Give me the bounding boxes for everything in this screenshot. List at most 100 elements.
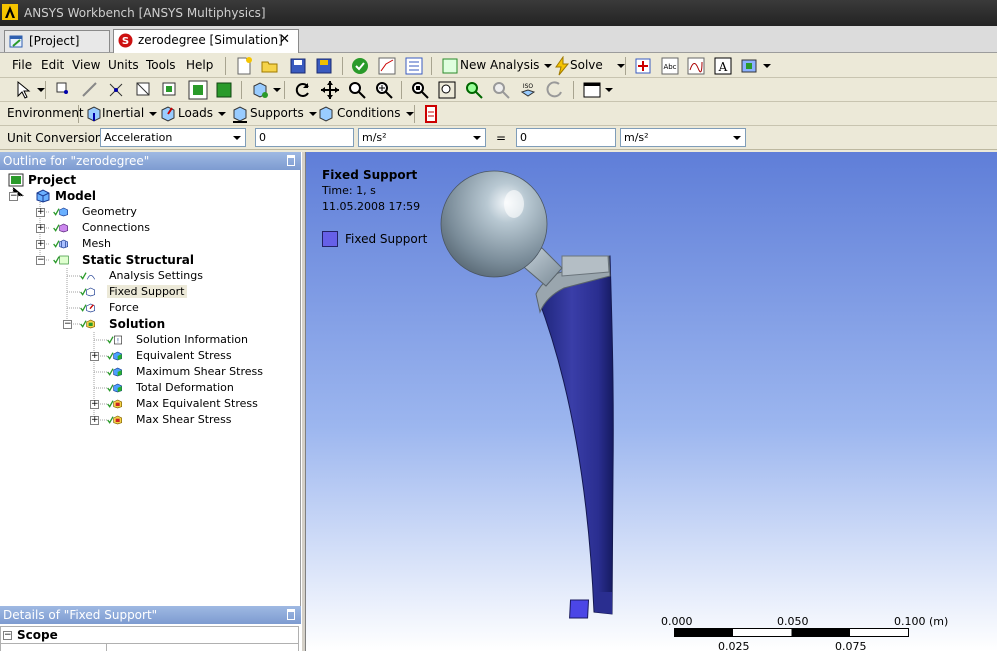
magnifier-disabled-icon[interactable]: [491, 80, 511, 100]
expand-icon[interactable]: +: [90, 400, 99, 409]
comment-icon[interactable]: [633, 56, 653, 76]
quantity-select[interactable]: Acceleration: [100, 128, 246, 147]
close-tab-icon[interactable]: ✕: [279, 30, 290, 50]
solve-button[interactable]: Solve: [570, 54, 625, 76]
expand-icon[interactable]: +: [36, 224, 45, 233]
tree-item-geometry[interactable]: Geometry: [53, 204, 137, 220]
pin-icon[interactable]: [287, 609, 295, 620]
tree-item-solution-information[interactable]: ! Solution Information: [107, 332, 248, 348]
unit-in-select[interactable]: m/s²: [358, 128, 486, 147]
menu-file[interactable]: File: [12, 54, 32, 76]
rotate-icon[interactable]: [293, 80, 313, 100]
menu-help[interactable]: Help: [186, 54, 213, 76]
new-analysis-button[interactable]: New Analysis: [460, 54, 553, 76]
tab-simulation[interactable]: S zerodegree [Simulation] ✕: [113, 29, 299, 53]
hip-implant-model: [440, 170, 614, 619]
conditions-menu[interactable]: Conditions: [337, 102, 414, 124]
tree-item-project[interactable]: Project: [8, 172, 76, 188]
chevron-down-icon[interactable]: [37, 88, 45, 92]
tree-item-fixed-support[interactable]: Fixed Support: [80, 284, 187, 300]
tree-item-force[interactable]: Force: [80, 300, 139, 316]
select-edge-icon[interactable]: [80, 80, 100, 100]
box-zoom-icon[interactable]: [437, 80, 457, 100]
select-vertex-icon[interactable]: [106, 80, 126, 100]
tree-item-model[interactable]: Model: [35, 188, 96, 204]
zoom-fit-icon[interactable]: [410, 80, 430, 100]
worksheet-icon[interactable]: [404, 56, 424, 76]
zoom-green-icon[interactable]: [464, 80, 484, 100]
save-all-icon[interactable]: [314, 56, 334, 76]
collapse-icon[interactable]: −: [36, 256, 45, 265]
image-icon[interactable]: [740, 56, 760, 76]
menu-view[interactable]: View: [72, 54, 100, 76]
tree-item-max-equivalent-stress[interactable]: Max Equivalent Stress: [107, 396, 258, 412]
value-out-input[interactable]: 0: [516, 128, 616, 147]
commands-icon[interactable]: [422, 104, 442, 124]
select-mode-icon[interactable]: [188, 80, 208, 100]
save-icon[interactable]: [288, 56, 308, 76]
total-deformation-check-icon: [107, 383, 122, 393]
inertial-menu[interactable]: Inertial: [102, 102, 158, 124]
collapse-icon[interactable]: −: [63, 320, 72, 329]
loads-menu[interactable]: Loads: [178, 102, 227, 124]
tree-item-solution[interactable]: Solution: [80, 316, 165, 332]
tree-item-mesh[interactable]: Mesh: [53, 236, 111, 252]
tree-item-equivalent-stress[interactable]: Equivalent Stress: [107, 348, 232, 364]
view-cube-icon[interactable]: [250, 80, 270, 100]
tree-item-maximum-shear-stress[interactable]: Maximum Shear Stress: [107, 364, 263, 380]
tree-label: Fixed Support: [107, 285, 187, 298]
chevron-down-icon: [149, 111, 158, 116]
chevron-down-icon[interactable]: [763, 64, 771, 68]
expand-icon[interactable]: +: [36, 208, 45, 217]
tab-project[interactable]: [Project]: [4, 30, 110, 52]
select-point-icon[interactable]: [54, 80, 74, 100]
tree-label: Mesh: [82, 237, 111, 250]
graph-icon[interactable]: [377, 56, 397, 76]
chart-icon[interactable]: [686, 56, 706, 76]
collapse-icon[interactable]: −: [3, 631, 12, 640]
label-abc-icon[interactable]: Abc: [660, 56, 680, 76]
open-icon[interactable]: [260, 56, 280, 76]
expand-icon[interactable]: +: [36, 240, 45, 249]
select-cursor-icon[interactable]: [14, 80, 34, 100]
loads-icon: [161, 106, 175, 122]
ansys-logo-icon: [2, 4, 18, 20]
expand-icon[interactable]: +: [90, 416, 99, 425]
select-body-icon[interactable]: [160, 80, 180, 100]
zoom-icon[interactable]: [347, 80, 367, 100]
svg-text:Abc: Abc: [663, 63, 676, 71]
quantity-value: Acceleration: [104, 131, 173, 144]
pin-icon[interactable]: [287, 155, 295, 166]
scope-section[interactable]: − Scope: [0, 626, 299, 644]
viewport-layout-icon[interactable]: [582, 80, 602, 100]
select-face-icon[interactable]: [134, 80, 154, 100]
tree-item-static-structural[interactable]: Static Structural: [53, 252, 194, 268]
iso-view-icon[interactable]: ISO: [518, 80, 538, 100]
tree-item-max-shear-stress[interactable]: Max Shear Stress: [107, 412, 232, 428]
menu-edit[interactable]: Edit: [41, 54, 64, 76]
menu-tools[interactable]: Tools: [146, 54, 176, 76]
expand-icon[interactable]: +: [90, 352, 99, 361]
previous-view-icon[interactable]: [545, 80, 565, 100]
pan-icon[interactable]: [320, 80, 340, 100]
check-icon[interactable]: [350, 56, 370, 76]
zoom-box-icon[interactable]: [374, 80, 394, 100]
chevron-down-icon[interactable]: [273, 88, 281, 92]
select-all-icon[interactable]: [214, 80, 234, 100]
text-annotation-icon[interactable]: A: [713, 56, 733, 76]
tree-item-analysis-settings[interactable]: Analysis Settings: [80, 268, 203, 284]
tree-item-total-deformation[interactable]: Total Deformation: [107, 380, 234, 396]
new-icon[interactable]: [234, 56, 254, 76]
menu-units[interactable]: Units: [108, 54, 139, 76]
graphics-viewport[interactable]: Fixed Support Time: 1, s 11.05.2008 17:5…: [306, 152, 997, 651]
chevron-down-icon[interactable]: [605, 88, 613, 92]
value-in-input[interactable]: 0: [255, 128, 354, 147]
collapse-icon[interactable]: −: [9, 192, 18, 201]
details-header: Details of "Fixed Support": [0, 606, 301, 624]
outline-header: Outline for "zerodegree": [0, 152, 301, 170]
supports-menu[interactable]: Supports: [250, 102, 317, 124]
equivalent-stress-check-icon: [107, 351, 122, 361]
tree-item-connections[interactable]: Connections: [53, 220, 150, 236]
analysis-settings-check-icon: [80, 272, 95, 280]
unit-out-select[interactable]: m/s²: [620, 128, 746, 147]
